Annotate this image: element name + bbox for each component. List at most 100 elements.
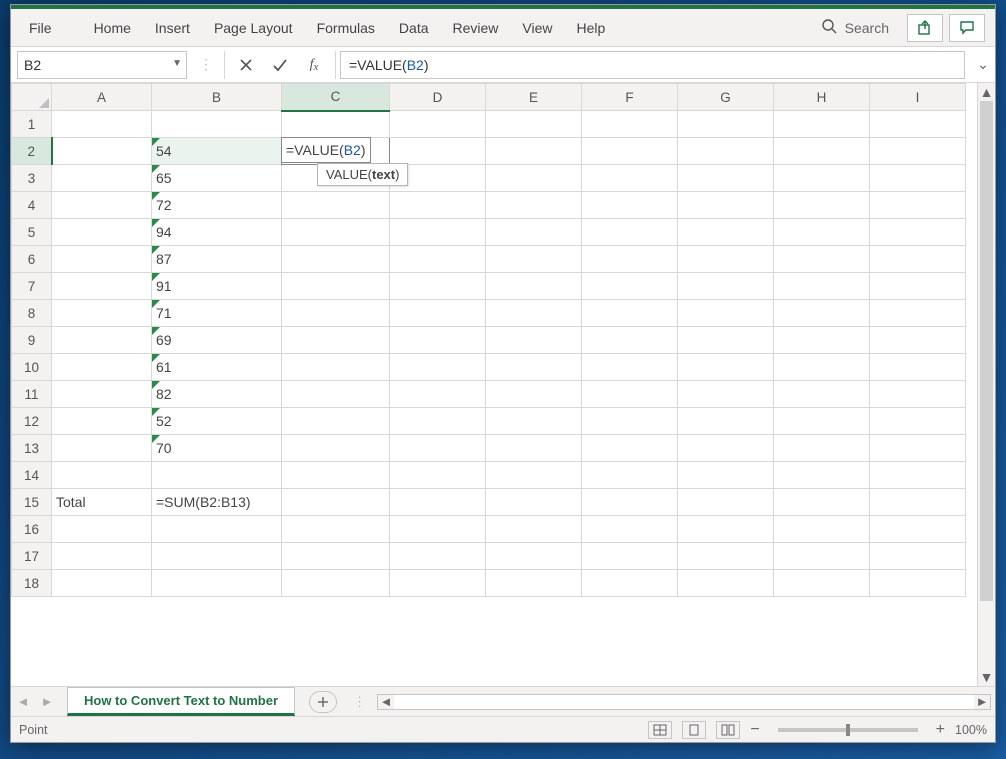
cell[interactable] bbox=[390, 570, 486, 597]
cell[interactable] bbox=[390, 273, 486, 300]
cell[interactable] bbox=[870, 408, 966, 435]
cell[interactable] bbox=[390, 381, 486, 408]
cell[interactable] bbox=[390, 192, 486, 219]
cell[interactable] bbox=[582, 543, 678, 570]
cell[interactable] bbox=[870, 219, 966, 246]
cell[interactable] bbox=[870, 273, 966, 300]
col-header-I[interactable]: I bbox=[870, 84, 966, 111]
cell-B9[interactable]: 69 bbox=[152, 327, 282, 354]
cell[interactable] bbox=[486, 489, 582, 516]
tab-next-icon[interactable]: ► bbox=[35, 687, 59, 716]
cell[interactable] bbox=[52, 408, 152, 435]
row-header-15[interactable]: 15 bbox=[12, 489, 52, 516]
cell[interactable] bbox=[870, 354, 966, 381]
cell[interactable] bbox=[678, 516, 774, 543]
cell[interactable] bbox=[678, 570, 774, 597]
cell[interactable] bbox=[582, 489, 678, 516]
cell[interactable] bbox=[282, 300, 390, 327]
cell[interactable] bbox=[774, 570, 870, 597]
cell[interactable] bbox=[282, 246, 390, 273]
scroll-thumb[interactable] bbox=[980, 101, 993, 601]
new-sheet-button[interactable] bbox=[309, 691, 337, 713]
cell[interactable] bbox=[486, 327, 582, 354]
cell[interactable] bbox=[282, 219, 390, 246]
cell[interactable] bbox=[678, 138, 774, 165]
cell[interactable] bbox=[582, 516, 678, 543]
cell[interactable] bbox=[486, 435, 582, 462]
cell[interactable] bbox=[582, 192, 678, 219]
col-header-D[interactable]: D bbox=[390, 84, 486, 111]
cell[interactable] bbox=[870, 381, 966, 408]
cell[interactable] bbox=[870, 489, 966, 516]
cell[interactable] bbox=[52, 219, 152, 246]
cell[interactable] bbox=[390, 543, 486, 570]
sheet-tab-active[interactable]: How to Convert Text to Number bbox=[67, 687, 295, 716]
cell[interactable] bbox=[282, 381, 390, 408]
cell[interactable] bbox=[774, 219, 870, 246]
share-button[interactable] bbox=[907, 14, 943, 42]
name-box-more[interactable]: ⋮ bbox=[193, 56, 220, 73]
cell-B8[interactable]: 71 bbox=[152, 300, 282, 327]
cell[interactable] bbox=[582, 462, 678, 489]
zoom-handle[interactable] bbox=[846, 724, 850, 736]
grid[interactable]: A B C D E F G H I 1 2 54 bbox=[11, 83, 977, 686]
select-all-corner[interactable] bbox=[12, 84, 52, 111]
expand-formula-bar[interactable]: ⌄ bbox=[971, 51, 995, 79]
cell[interactable] bbox=[390, 408, 486, 435]
cell[interactable] bbox=[282, 435, 390, 462]
cell[interactable] bbox=[52, 273, 152, 300]
cell[interactable] bbox=[52, 543, 152, 570]
tab-help[interactable]: Help bbox=[565, 16, 618, 40]
tab-prev-icon[interactable]: ◄ bbox=[11, 687, 35, 716]
cell[interactable] bbox=[774, 192, 870, 219]
col-header-F[interactable]: F bbox=[582, 84, 678, 111]
row-header-16[interactable]: 16 bbox=[12, 516, 52, 543]
cell[interactable] bbox=[390, 327, 486, 354]
cell[interactable] bbox=[582, 111, 678, 138]
cell[interactable] bbox=[486, 354, 582, 381]
cell[interactable] bbox=[52, 327, 152, 354]
cell[interactable] bbox=[870, 570, 966, 597]
cell[interactable] bbox=[486, 192, 582, 219]
cell[interactable] bbox=[390, 111, 486, 138]
zoom-level[interactable]: 100% bbox=[955, 723, 987, 737]
cell[interactable] bbox=[774, 489, 870, 516]
cell[interactable] bbox=[486, 516, 582, 543]
scroll-up-icon[interactable]: ▲ bbox=[978, 83, 995, 101]
cell[interactable] bbox=[774, 462, 870, 489]
cell-B4[interactable]: 72 bbox=[152, 192, 282, 219]
cell[interactable] bbox=[678, 273, 774, 300]
cell[interactable] bbox=[390, 219, 486, 246]
cell[interactable] bbox=[486, 408, 582, 435]
cell[interactable] bbox=[870, 246, 966, 273]
cell[interactable] bbox=[486, 246, 582, 273]
cell-B12[interactable]: 52 bbox=[152, 408, 282, 435]
row-header-17[interactable]: 17 bbox=[12, 543, 52, 570]
cell[interactable] bbox=[282, 462, 390, 489]
tab-insert[interactable]: Insert bbox=[143, 16, 202, 40]
cell[interactable] bbox=[678, 111, 774, 138]
cell[interactable] bbox=[282, 408, 390, 435]
cell-B3[interactable]: 65 bbox=[152, 165, 282, 192]
tab-formulas[interactable]: Formulas bbox=[305, 16, 387, 40]
cell[interactable] bbox=[52, 300, 152, 327]
row-header-3[interactable]: 3 bbox=[12, 165, 52, 192]
chevron-down-icon[interactable]: ▼ bbox=[172, 58, 182, 69]
cell[interactable] bbox=[486, 300, 582, 327]
cell[interactable] bbox=[678, 543, 774, 570]
comments-button[interactable] bbox=[949, 14, 985, 42]
cell[interactable] bbox=[870, 165, 966, 192]
cell[interactable] bbox=[390, 516, 486, 543]
cancel-button[interactable] bbox=[229, 51, 263, 79]
col-header-B[interactable]: B bbox=[152, 84, 282, 111]
cell[interactable] bbox=[282, 570, 390, 597]
cell[interactable] bbox=[282, 111, 390, 138]
cell[interactable] bbox=[282, 327, 390, 354]
cell[interactable] bbox=[582, 354, 678, 381]
row-header-13[interactable]: 13 bbox=[12, 435, 52, 462]
file-tab[interactable]: File bbox=[11, 9, 70, 46]
cell[interactable] bbox=[774, 300, 870, 327]
formula-bar[interactable]: =VALUE(B2) bbox=[340, 51, 965, 79]
row-header-5[interactable]: 5 bbox=[12, 219, 52, 246]
cell[interactable] bbox=[678, 489, 774, 516]
